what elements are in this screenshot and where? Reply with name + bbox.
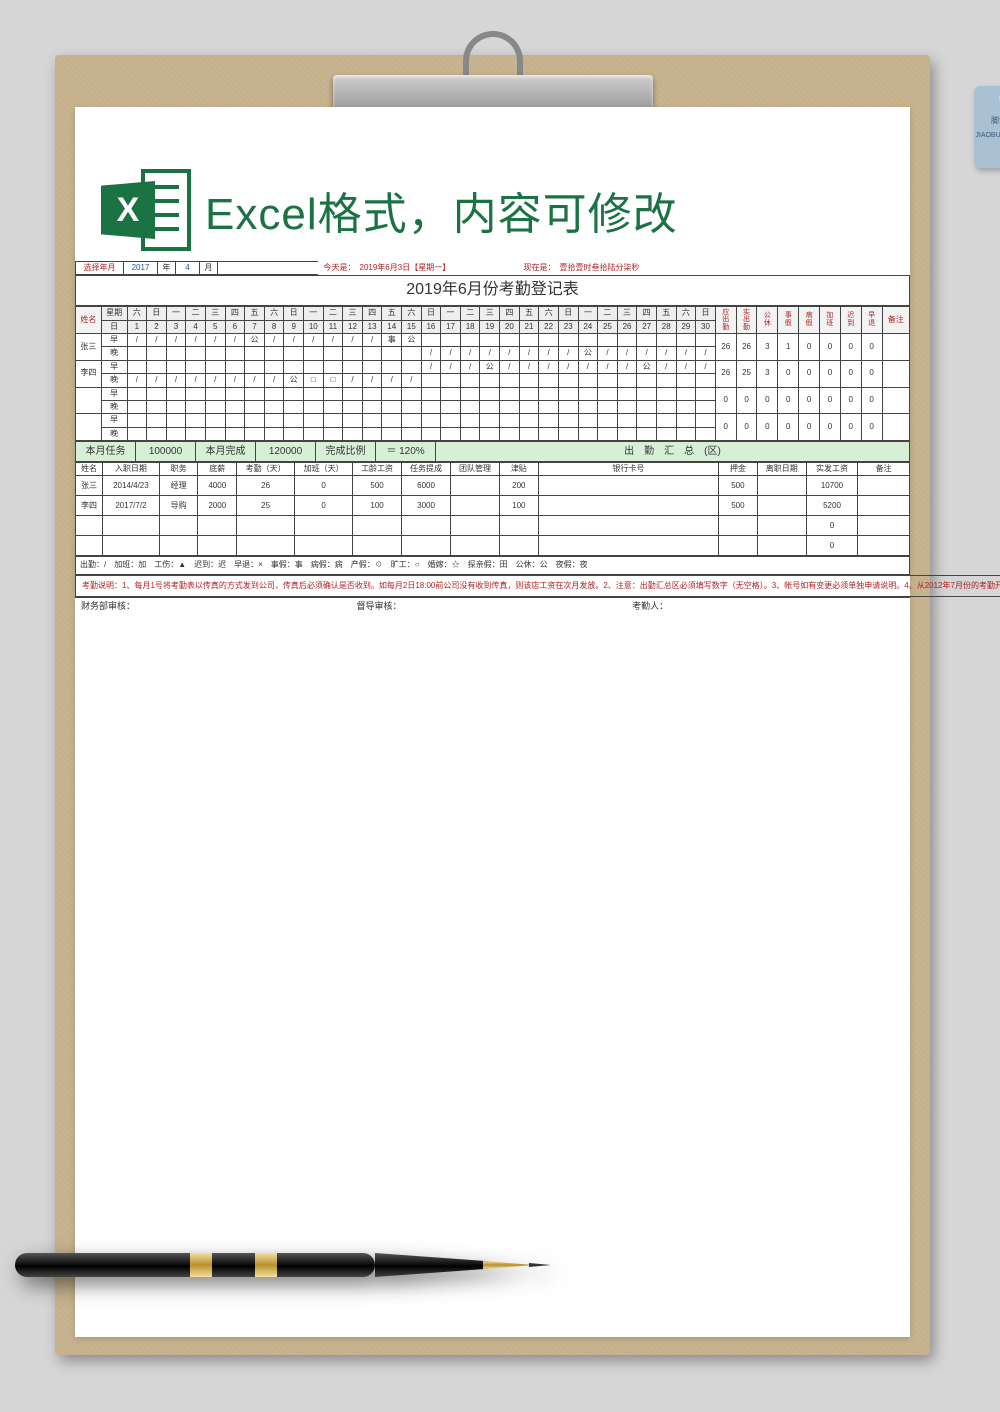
col-name: 姓名 <box>76 307 102 334</box>
paper-sheet: X Excel格式，内容可修改 选择年月 2017 年 4 月 今天是： 201… <box>75 107 910 1337</box>
sign-finance: 财务部审核： <box>75 597 351 615</box>
salary-row: 0 <box>76 536 910 556</box>
salary-row: 李四2017/7/2导购200025010030001005005200 <box>76 496 910 516</box>
sign-supervisor: 督导审核： <box>351 597 627 615</box>
employee-name <box>76 387 102 414</box>
excel-icon: X <box>101 169 191 251</box>
employee-name: 张三 <box>76 333 102 360</box>
legend: 出勤：/ 加班：加 工伤：▲ 迟到：迟 早退：× 事假：事 病假：病 产假：☉ … <box>76 557 910 574</box>
filter-row: 选择年月 2017 年 4 月 今天是： 2019年6月3日【星期一】 现在是：… <box>75 261 910 275</box>
notes: 考勤说明：1、每月1号将考勤表以传真的方式发到公司，传真后必须确认是否收到。如每… <box>76 575 1000 596</box>
today-value: 2019年6月3日【星期一】 <box>358 262 488 275</box>
attendance-sheet: 选择年月 2017 年 4 月 今天是： 2019年6月3日【星期一】 现在是：… <box>75 261 910 616</box>
sheet-title: 2019年6月份考勤登记表 <box>76 276 910 306</box>
clipboard: X Excel格式，内容可修改 选择年月 2017 年 4 月 今天是： 201… <box>55 55 930 1355</box>
clip-fastener <box>333 31 653 111</box>
ratio-value: ＝ 120% <box>376 442 436 462</box>
salary-row: 张三2014/4/23经理4000260500600020050010700 <box>76 476 910 496</box>
salary-table: 姓名入职日期职务底薪考勤（天）加班（天）工龄工资任务提成团队管理津贴银行卡号押金… <box>75 462 910 556</box>
filter-label: 选择年月 <box>76 262 124 275</box>
done-value: 120000 <box>256 442 316 462</box>
pen-graphic <box>15 1235 575 1295</box>
now-value: 壹拾壹时叁拾陆分柒秒 <box>558 262 911 275</box>
filter-month[interactable]: 4 <box>176 262 200 275</box>
employee-name: 李四 <box>76 360 102 387</box>
signatures: 财务部审核： 督导审核： 考勤人： <box>75 597 910 616</box>
filter-year[interactable]: 2017 <box>124 262 158 275</box>
salary-row: 0 <box>76 516 910 536</box>
summary-bar: 本月任务 100000 本月完成 120000 完成比例 ＝ 120% 出 勤 … <box>75 441 910 462</box>
banner-text: Excel格式，内容可修改 <box>205 178 678 242</box>
employee-name <box>76 414 102 441</box>
sign-recorder: 考勤人： <box>626 597 910 615</box>
hang-tag: 脚步网 JIAOBU365.COM <box>974 62 1000 182</box>
section-label: 出 勤 汇 总 (区) <box>436 442 910 462</box>
task-value: 100000 <box>136 442 196 462</box>
document-banner: X Excel格式，内容可修改 <box>75 107 910 261</box>
attendance-grid: 姓名星期六日一二三四五六日一二三四五六日一二三四五六日一二三四五六日应出勤实出勤… <box>75 306 910 441</box>
